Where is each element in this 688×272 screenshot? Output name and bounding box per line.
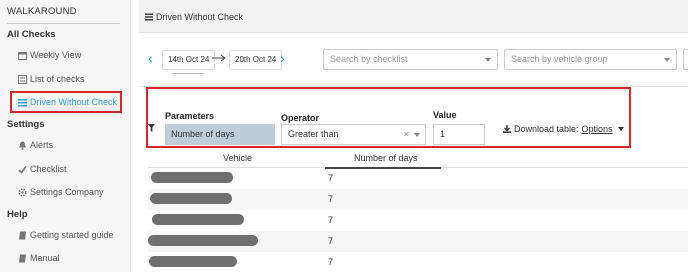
arrow-right-icon <box>212 54 226 62</box>
section-all-checks: All Checks <box>7 29 56 40</box>
sidebar: WALKAROUND All Checks Weekly View List o… <box>0 0 131 272</box>
brand-divider <box>7 23 120 24</box>
sidebar-item-settings-company[interactable]: Settings Company <box>18 187 104 197</box>
sidebar-item-weekly-view[interactable]: Weekly View <box>18 50 81 60</box>
column-header-days[interactable]: Number of days <box>354 153 418 163</box>
book-icon <box>18 231 27 240</box>
table-row: 7 <box>148 210 688 231</box>
sidebar-item-list-of-checks[interactable]: List of checks <box>18 74 85 84</box>
operator-select[interactable]: Greater than × <box>281 124 426 145</box>
days-cell: 7 <box>328 194 334 204</box>
sidebar-item-label: List of checks <box>30 74 85 84</box>
check-icon <box>18 165 27 174</box>
operator-select-value: Greater than <box>288 129 339 139</box>
date-start[interactable]: 14th Oct 24 <box>162 50 216 70</box>
download-icon <box>503 125 511 133</box>
redacted-vehicle <box>151 172 233 183</box>
caret-down-icon <box>485 58 491 62</box>
options-link[interactable]: Options <box>582 124 613 134</box>
sidebar-item-checklist[interactable]: Checklist <box>18 164 67 174</box>
table-header: Vehicle Number of days <box>148 150 688 168</box>
redacted-vehicle <box>148 235 258 246</box>
redacted-vehicle <box>150 193 232 204</box>
column-header-vehicle[interactable]: Vehicle <box>223 153 252 163</box>
download-label: Download table: <box>514 124 579 134</box>
header-bar: Driven Without Check <box>139 0 688 33</box>
book-icon <box>18 254 27 263</box>
parameters-label: Parameters <box>165 111 215 121</box>
value-input[interactable]: 1 <box>433 124 485 145</box>
section-help: Help <box>7 209 28 220</box>
parameter-select[interactable]: Number of days <box>165 124 275 145</box>
bell-icon <box>18 141 27 150</box>
brand-title: WALKAROUND <box>7 6 77 17</box>
caret-down-icon <box>617 127 624 131</box>
checklist-search-select[interactable]: Search by checklist <box>323 49 498 70</box>
sidebar-item-label: Checklist <box>30 164 67 174</box>
sidebar-item-getting-started[interactable]: Getting started guide <box>18 230 114 240</box>
date-end[interactable]: 20th Oct 24 <box>229 50 283 70</box>
days-cell: 7 <box>328 236 334 246</box>
table-row: 7 <box>148 252 688 272</box>
sidebar-item-label: Getting started guide <box>30 230 114 240</box>
sidebar-item-label: Manual <box>30 253 60 263</box>
vehicle-group-search-select[interactable]: Search by vehicle group <box>504 49 677 70</box>
sidebar-item-label: Weekly View <box>30 50 82 60</box>
gear-icon <box>18 187 27 197</box>
days-cell: 7 <box>328 215 334 225</box>
list-icon <box>18 74 27 84</box>
calendar-icon <box>18 51 27 60</box>
chevron-left-icon[interactable]: ‹ <box>148 50 153 66</box>
operator-label: Operator <box>281 113 320 123</box>
date-underline <box>172 73 204 74</box>
vehicle-group-search-placeholder: Search by vehicle group <box>511 54 608 64</box>
page-title-text: Driven Without Check <box>156 12 244 22</box>
caret-down-icon <box>664 58 670 62</box>
sidebar-item-alerts[interactable]: Alerts <box>18 140 53 150</box>
days-cell: 7 <box>328 173 334 183</box>
checklist-search-placeholder: Search by checklist <box>330 54 408 64</box>
sidebar-item-label: Alerts <box>30 140 54 150</box>
sidebar-item-manual[interactable]: Manual <box>18 253 60 263</box>
table-row: 7 <box>148 231 688 252</box>
clear-icon[interactable]: × <box>404 125 409 144</box>
days-cell: 7 <box>328 257 334 267</box>
highlight-box-nav <box>10 91 122 113</box>
section-settings: Settings <box>7 119 45 130</box>
table-row: 7 <box>148 189 688 210</box>
table-row: 7 <box>148 168 688 189</box>
sidebar-item-label: Settings Company <box>30 187 104 197</box>
value-label: Value <box>433 110 457 120</box>
filter-icon <box>148 124 155 132</box>
extra-filter-select[interactable] <box>683 49 688 70</box>
download-table[interactable]: Download table: Options <box>503 124 624 134</box>
caret-down-icon <box>414 133 420 137</box>
redacted-vehicle <box>152 214 244 225</box>
redacted-vehicle <box>149 256 237 267</box>
page-title: Driven Without Check <box>145 12 243 22</box>
chevron-right-icon[interactable]: › <box>280 50 285 66</box>
menu-lines-icon <box>145 13 153 21</box>
